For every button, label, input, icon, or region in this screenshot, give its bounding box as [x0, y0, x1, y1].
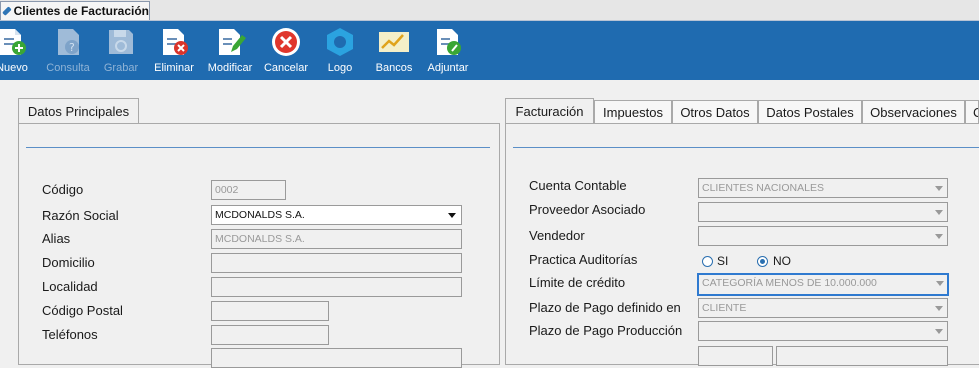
chevron-down-icon[interactable] [935, 329, 943, 334]
razon-social-select[interactable]: MCDONALDS S.A. [211, 205, 462, 225]
radio-si[interactable] [702, 256, 713, 267]
codigo-postal-label: Código Postal [42, 303, 123, 318]
banks-button[interactable]: Bancos [372, 21, 416, 80]
right-panel-separator [513, 147, 979, 148]
query-document-icon: ? [58, 29, 79, 55]
codigo-field[interactable]: 0002 [211, 180, 286, 200]
window-tab-bar: Clientes de Facturación [0, 0, 979, 21]
cancel-icon [272, 28, 300, 56]
limite-credito-label: Límite de crédito [529, 275, 626, 290]
delete-document-icon [163, 29, 188, 55]
proveedor-asociado-select[interactable] [698, 202, 948, 222]
proveedor-asociado-label: Proveedor Asociado [529, 202, 646, 217]
alias-label: Alias [42, 231, 71, 246]
radio-no[interactable] [757, 256, 768, 267]
new-button[interactable]: Nuevo [0, 21, 32, 80]
modify-button[interactable]: Modificar [204, 21, 256, 80]
next-row-field[interactable] [211, 348, 462, 368]
chevron-down-icon[interactable] [935, 306, 943, 311]
alias-field[interactable]: MCDONALDS S.A. [211, 229, 462, 249]
razon-social-label: Razón Social [42, 208, 119, 223]
chevron-down-icon[interactable] [448, 213, 456, 218]
logo-icon [327, 28, 353, 56]
vendedor-select[interactable] [698, 226, 948, 246]
domicilio-label: Domicilio [42, 255, 95, 270]
toolbar: Nuevo ? Consulta Grabar Eliminar Modific… [0, 21, 979, 80]
tab-impuestos[interactable]: Impuestos [594, 100, 672, 124]
codigo-label: Código [42, 182, 84, 197]
next-row-field-b[interactable] [776, 346, 948, 366]
chevron-down-icon[interactable] [935, 186, 943, 191]
codigo-postal-field[interactable] [211, 301, 329, 321]
window-tab[interactable]: Clientes de Facturación [0, 1, 150, 20]
logo-button[interactable]: Logo [322, 21, 358, 80]
telefonos-field[interactable] [211, 325, 329, 345]
cancel-button[interactable]: Cancelar [262, 21, 310, 80]
vendedor-label: Vendedor [529, 228, 585, 243]
attach-document-icon [437, 29, 461, 55]
chevron-down-icon[interactable] [936, 281, 944, 286]
query-button[interactable]: ? Consulta [44, 21, 92, 80]
localidad-field[interactable] [211, 277, 462, 297]
save-disk-icon [109, 30, 133, 54]
tab-otros-datos[interactable]: Otros Datos [672, 100, 758, 124]
radio-no-label: NO [773, 254, 791, 268]
tab-datos-postales[interactable]: Datos Postales [758, 100, 862, 124]
tab-observaciones[interactable]: Observaciones [862, 100, 965, 124]
plazo-pago-definido-select[interactable]: CLIENTE [698, 298, 948, 318]
svg-text:?: ? [69, 41, 75, 54]
limite-credito-select[interactable]: CATEGORÍA MENOS DE 10.000.000 [697, 273, 949, 296]
plazo-pago-produccion-label: Plazo de Pago Producción [529, 323, 683, 338]
window-tab-title: Clientes de Facturación [13, 4, 149, 18]
plazo-pago-definido-label: Plazo de Pago definido en [529, 300, 681, 315]
content-area: Datos Principales Código 0002 Razón Soci… [0, 80, 979, 368]
delete-button[interactable]: Eliminar [152, 21, 196, 80]
localidad-label: Localidad [42, 279, 98, 294]
tab-facturacion[interactable]: Facturación [505, 98, 594, 124]
app-diamond-icon [2, 6, 12, 16]
telefonos-label: Teléfonos [42, 327, 98, 342]
banks-chart-icon [379, 32, 409, 52]
plazo-pago-produccion-select[interactable] [698, 321, 948, 341]
domicilio-field[interactable] [211, 253, 462, 273]
save-button[interactable]: Grabar [100, 21, 142, 80]
cuenta-contable-label: Cuenta Contable [529, 178, 627, 193]
radio-si-label: SI [717, 254, 729, 268]
chevron-down-icon[interactable] [935, 234, 943, 239]
tab-datos-principales[interactable]: Datos Principales [18, 98, 139, 124]
attach-button[interactable]: Adjuntar [424, 21, 472, 80]
practica-auditorias-label: Practica Auditorías [529, 252, 638, 267]
left-panel-separator [26, 147, 490, 148]
new-document-icon [0, 29, 26, 55]
edit-document-icon [219, 29, 246, 55]
cuenta-contable-select[interactable]: CLIENTES NACIONALES [698, 178, 948, 198]
next-row-field-a[interactable] [698, 346, 773, 366]
chevron-down-icon[interactable] [935, 210, 943, 215]
tab-more[interactable]: C [965, 100, 979, 124]
